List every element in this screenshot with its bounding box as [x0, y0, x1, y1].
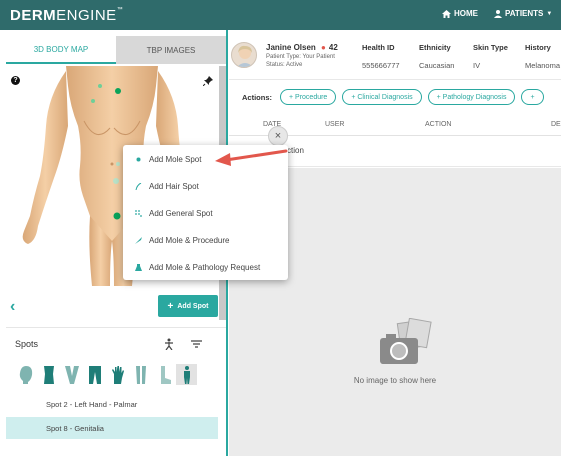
add-spot-label: Add Spot	[177, 302, 209, 310]
skin-type-col: Skin Type IV	[473, 43, 508, 70]
add-procedure-button[interactable]: + Procedure	[280, 89, 337, 105]
camera-photos-icon	[380, 318, 432, 364]
body-spot-marker[interactable]	[116, 162, 120, 166]
patients-icon	[494, 9, 502, 18]
body-spot-marker[interactable]	[91, 99, 95, 103]
patient-name: Janine Olsen	[266, 43, 316, 52]
col-action[interactable]: ACTION	[425, 121, 451, 128]
top-nav-bar: DERMENGINE™ HOME PATIENTS ▼	[0, 0, 561, 30]
home-icon	[442, 9, 451, 18]
torso-icon	[43, 365, 54, 384]
spot-list-item[interactable]: Spot 2 - Left Hand - Palmar	[6, 393, 218, 415]
back-chevron-icon[interactable]: ‹	[10, 298, 15, 316]
tab-3d-body-map[interactable]: 3D BODY MAP	[6, 36, 116, 64]
menu-add-mole-procedure-label: Add Mole & Procedure	[149, 235, 230, 245]
history-value: Melanoma	[525, 61, 561, 70]
scalpel-icon	[135, 236, 142, 244]
spots-title: Spots	[15, 339, 39, 349]
health-id-value: 555666777	[362, 61, 400, 70]
foot-icon	[160, 365, 171, 384]
dot-icon	[135, 156, 142, 163]
menu-add-mole-pathology-label: Add Mole & Pathology Request	[149, 262, 261, 272]
menu-add-mole-spot-label: Add Mole Spot	[149, 154, 202, 164]
body-part-full-body[interactable]	[176, 364, 197, 385]
body-spot-marker[interactable]	[98, 84, 102, 88]
add-clinical-diagnosis-button[interactable]: + Clinical Diagnosis	[342, 89, 422, 105]
patient-name-line: Janine Olsen ● 42	[266, 43, 338, 52]
body-part-torso[interactable]	[38, 364, 59, 385]
actions-label: Actions:	[242, 92, 272, 102]
menu-add-mole-procedure[interactable]: Add Mole & Procedure	[123, 227, 288, 253]
dots-icon	[135, 209, 142, 217]
row-text: ction	[287, 146, 304, 155]
body-part-filter	[15, 364, 197, 385]
body-spot-marker[interactable]	[113, 212, 121, 220]
person-filter-icon[interactable]	[164, 338, 174, 350]
add-pathology-diagnosis-button[interactable]: + Pathology Diagnosis	[427, 89, 516, 105]
skin-type-value: IV	[473, 61, 481, 70]
legs-icon	[88, 365, 101, 384]
patient-avatar[interactable]	[231, 42, 257, 68]
patient-header: Janine Olsen ● 42 Patient Type: Your Pati…	[229, 36, 561, 80]
ethnicity-value: Caucasian	[419, 61, 455, 70]
dermengine-logo[interactable]: DERMENGINE™	[10, 7, 123, 24]
patient-status: Status: Active	[266, 62, 303, 68]
body-part-foot[interactable]	[153, 364, 174, 385]
neck-icon	[64, 365, 79, 384]
full-body-icon	[183, 365, 190, 384]
history-col: History Melanoma	[525, 43, 560, 70]
close-menu-button[interactable]: ×	[268, 126, 288, 146]
avatar-face-icon	[236, 45, 254, 67]
body-part-hand[interactable]	[107, 364, 128, 385]
menu-add-hair-spot-label: Add Hair Spot	[149, 181, 199, 191]
patient-type: Patient Type: Your Patient	[266, 54, 335, 60]
ethnicity-label: Ethnicity	[419, 43, 451, 52]
sort-icon[interactable]	[191, 340, 202, 348]
add-more-button[interactable]: +	[521, 89, 544, 105]
close-icon: ×	[274, 130, 282, 142]
plus-icon: +	[167, 300, 174, 312]
view-tabs: 3D BODY MAP TBP IMAGES	[6, 36, 226, 64]
no-image-text: No image to show here	[353, 376, 437, 385]
spots-panel: Spots Spot 2 - Left Hand - Palmar Spot 8…	[6, 327, 226, 456]
add-spot-button[interactable]: + Add Spot	[158, 295, 218, 317]
col-details[interactable]: DE	[551, 121, 561, 128]
ethnicity-col: Ethnicity Caucasian	[419, 43, 454, 70]
nav-patients-label: PATIENTS	[505, 9, 544, 18]
body-part-legs-back[interactable]	[130, 364, 151, 385]
health-id-col: Health ID 555666777	[362, 43, 400, 70]
body-part-neck[interactable]	[61, 364, 82, 385]
actions-bar: Actions: + Procedure + Clinical Diagnosi…	[242, 88, 544, 106]
patient-age: 42	[328, 43, 338, 52]
hand-icon	[111, 365, 124, 384]
nav-home-label: HOME	[454, 9, 478, 18]
legs-back-icon	[135, 365, 146, 384]
body-spot-marker[interactable]	[113, 178, 119, 184]
hair-icon	[135, 182, 142, 190]
blood-drop-icon: ●	[321, 43, 326, 52]
tab-tbp-images[interactable]: TBP IMAGES	[116, 36, 226, 64]
spot-list-item-selected[interactable]: Spot 8 - Genitalia	[6, 417, 218, 439]
health-id-label: Health ID	[362, 43, 395, 52]
flask-icon	[135, 263, 142, 271]
body-part-legs[interactable]	[84, 364, 105, 385]
menu-add-mole-pathology[interactable]: Add Mole & Pathology Request	[123, 254, 288, 280]
caret-down-icon: ▼	[546, 10, 553, 17]
body-part-head[interactable]	[15, 364, 36, 385]
menu-add-general-spot-label: Add General Spot	[149, 208, 213, 218]
nav-patients-menu[interactable]: PATIENTS ▼	[494, 9, 552, 18]
col-user[interactable]: USER	[325, 121, 344, 128]
menu-add-general-spot[interactable]: Add General Spot	[123, 200, 288, 226]
head-icon	[19, 365, 32, 384]
menu-add-hair-spot[interactable]: Add Hair Spot	[123, 173, 288, 199]
body-spot-marker[interactable]	[115, 88, 121, 94]
skin-type-label: Skin Type	[473, 43, 508, 52]
annotation-arrow-icon	[215, 149, 288, 166]
nav-home-link[interactable]: HOME	[442, 9, 478, 18]
history-label: History	[525, 43, 551, 52]
